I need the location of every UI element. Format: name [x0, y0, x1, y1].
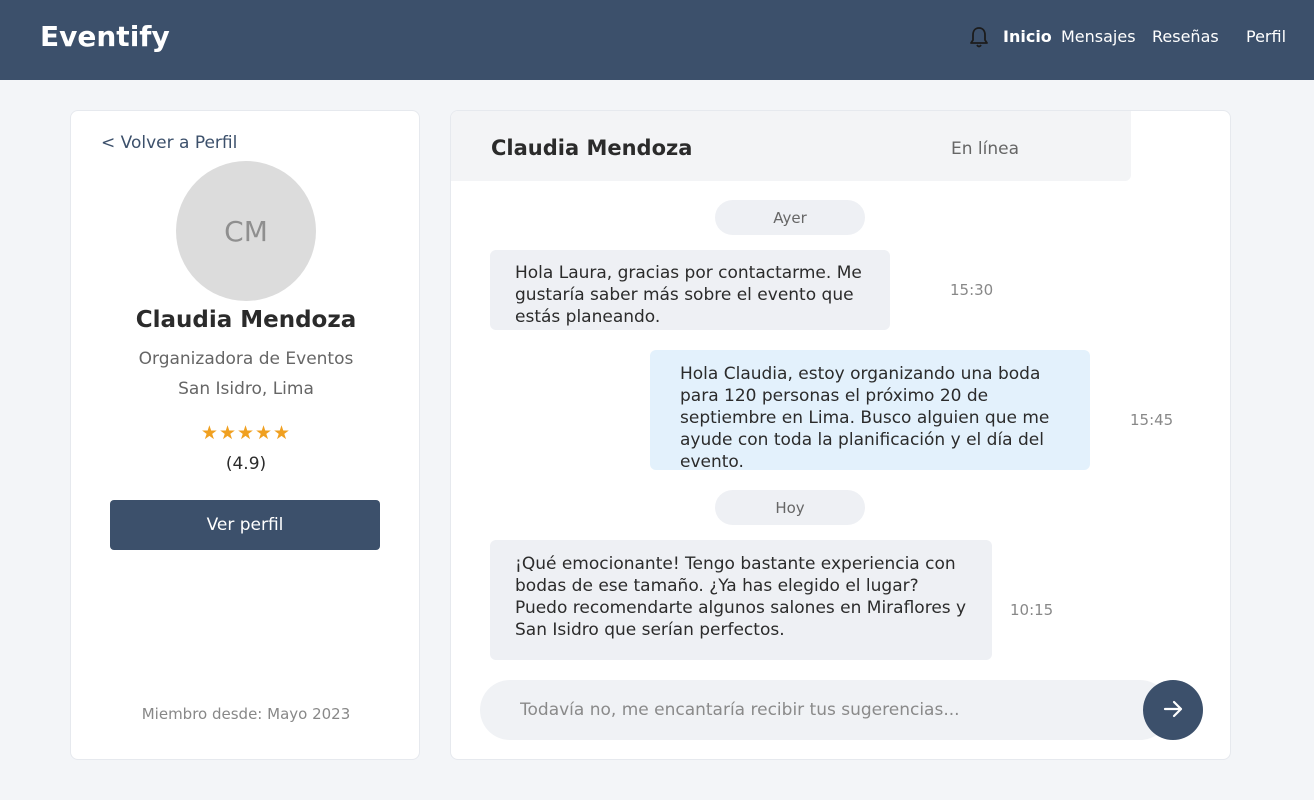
chat-panel: Claudia Mendoza En línea Ayer Hola Laura… [450, 110, 1231, 760]
nav-resenas[interactable]: Reseñas [1152, 27, 1219, 46]
message-bubble-incoming: Hola Laura, gracias por contactarme. Me … [490, 250, 890, 330]
message-time: 10:15 [1010, 601, 1054, 619]
profile-name: Claudia Mendoza [135, 307, 357, 333]
message-time: 15:30 [950, 281, 994, 299]
message-bubble-incoming: ¡Qué emocionante! Tengo bastante experie… [490, 540, 992, 660]
arrow-right-icon [1161, 697, 1185, 724]
chat-contact-name: Claudia Mendoza [491, 136, 693, 160]
profile-role: Organizadora de Eventos [138, 349, 354, 369]
star-rating-icon: ★★★★★ [200, 422, 292, 444]
message-input[interactable] [520, 680, 1140, 740]
brand-logo[interactable]: Eventify [40, 20, 170, 53]
profile-location: San Isidro, Lima [178, 379, 314, 399]
profile-card: < Volver a Perfil CM Claudia Mendoza Org… [70, 110, 420, 760]
nav-perfil[interactable]: Perfil [1246, 27, 1286, 46]
bell-icon[interactable] [968, 25, 990, 49]
send-button[interactable] [1143, 680, 1203, 740]
top-navigation-bar: Eventify Inicio Mensajes Reseñas Perfil [0, 0, 1314, 80]
view-profile-button[interactable]: Ver perfil [110, 500, 380, 550]
back-to-profile-link[interactable]: < Volver a Perfil [101, 133, 237, 153]
nav-mensajes[interactable]: Mensajes [1061, 27, 1136, 46]
date-separator: Ayer [715, 200, 865, 235]
avatar: CM [176, 161, 316, 301]
message-bubble-outgoing: Hola Claudia, estoy organizando una boda… [650, 350, 1090, 470]
nav-inicio[interactable]: Inicio [1003, 27, 1052, 46]
message-time: 15:45 [1130, 411, 1174, 429]
date-separator: Hoy [715, 490, 865, 525]
chat-status: En línea [951, 139, 1020, 159]
message-composer [480, 680, 1170, 740]
chat-header: Claudia Mendoza En línea [451, 111, 1131, 181]
rating-value: (4.9) [225, 454, 267, 474]
member-since: Miembro desde: Mayo 2023 [141, 705, 351, 723]
